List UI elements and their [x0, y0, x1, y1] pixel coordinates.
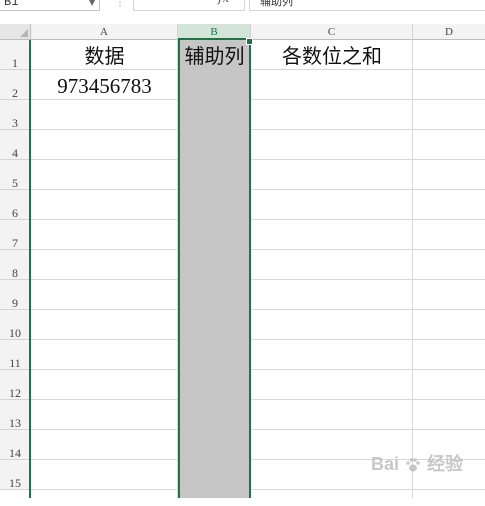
formula-bar-grip-icon: ⋮ — [115, 0, 125, 8]
row-header-12[interactable]: 12 — [0, 370, 31, 400]
row-gridline — [31, 339, 485, 340]
column-header-a[interactable]: A — [31, 24, 178, 40]
formula-buttons: ✕ ✓ fx — [133, 0, 245, 11]
selection-left-edge — [29, 40, 31, 498]
spreadsheet-grid[interactable]: A B C D 1 2 3 4 5 6 7 8 9 10 11 12 13 14 15 数据 辅助列 各数位… — [0, 24, 485, 498]
row-header-11[interactable]: 11 — [0, 340, 31, 370]
row-header-4[interactable]: 4 — [0, 130, 31, 160]
row-header-10[interactable]: 10 — [0, 310, 31, 340]
cell-c1[interactable]: 各数位之和 — [251, 41, 413, 71]
formula-bar: B1 ▼ ⋮ ✕ ✓ fx 辅助列 — [0, 0, 485, 14]
column-header-d[interactable]: D — [413, 24, 485, 40]
row-header-5[interactable]: 5 — [0, 160, 31, 190]
row-gridline — [31, 189, 485, 190]
column-header-c[interactable]: C — [251, 24, 413, 40]
enter-icon[interactable]: ✓ — [180, 0, 191, 5]
row-gridline — [31, 279, 485, 280]
row-header-3[interactable]: 3 — [0, 100, 31, 130]
row-gridline — [31, 429, 485, 430]
row-gridline — [31, 399, 485, 400]
cell-a1[interactable]: 数据 — [31, 41, 178, 71]
paw-icon — [406, 458, 420, 472]
row-header-14[interactable]: 14 — [0, 430, 31, 460]
row-gridline — [31, 309, 485, 310]
row-gridline — [31, 369, 485, 370]
insert-function-icon[interactable]: fx — [218, 0, 229, 5]
column-gridline — [412, 40, 413, 498]
row-header-15[interactable]: 15 — [0, 460, 31, 490]
row-header-8[interactable]: 8 — [0, 250, 31, 280]
select-all-triangle-icon — [20, 29, 28, 37]
name-box[interactable]: B1 — [0, 0, 100, 11]
row-gridline — [31, 129, 485, 130]
row-header-2[interactable]: 2 — [0, 70, 31, 100]
column-header-b[interactable]: B — [178, 24, 251, 40]
row-header-13[interactable]: 13 — [0, 400, 31, 430]
row-header-7[interactable]: 7 — [0, 220, 31, 250]
name-box-dropdown-icon[interactable]: ▼ — [89, 0, 95, 8]
formula-input[interactable]: 辅助列 — [249, 0, 485, 11]
row-header-9[interactable]: 9 — [0, 280, 31, 310]
row-header-1[interactable]: 1 — [0, 40, 31, 70]
watermark-text-pre: Bai — [370, 454, 399, 474]
row-gridline — [31, 219, 485, 220]
watermark-logo: Bai 经验 — [371, 450, 463, 476]
cancel-icon[interactable]: ✕ — [146, 0, 157, 5]
selected-column-b[interactable] — [178, 38, 253, 498]
row-header-6[interactable]: 6 — [0, 190, 31, 220]
watermark-text-post: 经验 — [427, 454, 463, 474]
row-gridline — [31, 159, 485, 160]
cell-b1[interactable]: 辅助列 — [178, 41, 251, 71]
select-all-button[interactable] — [0, 24, 31, 40]
row-gridline — [31, 489, 485, 490]
row-gridline — [31, 249, 485, 250]
cell-a2[interactable]: 973456783 — [31, 71, 178, 101]
